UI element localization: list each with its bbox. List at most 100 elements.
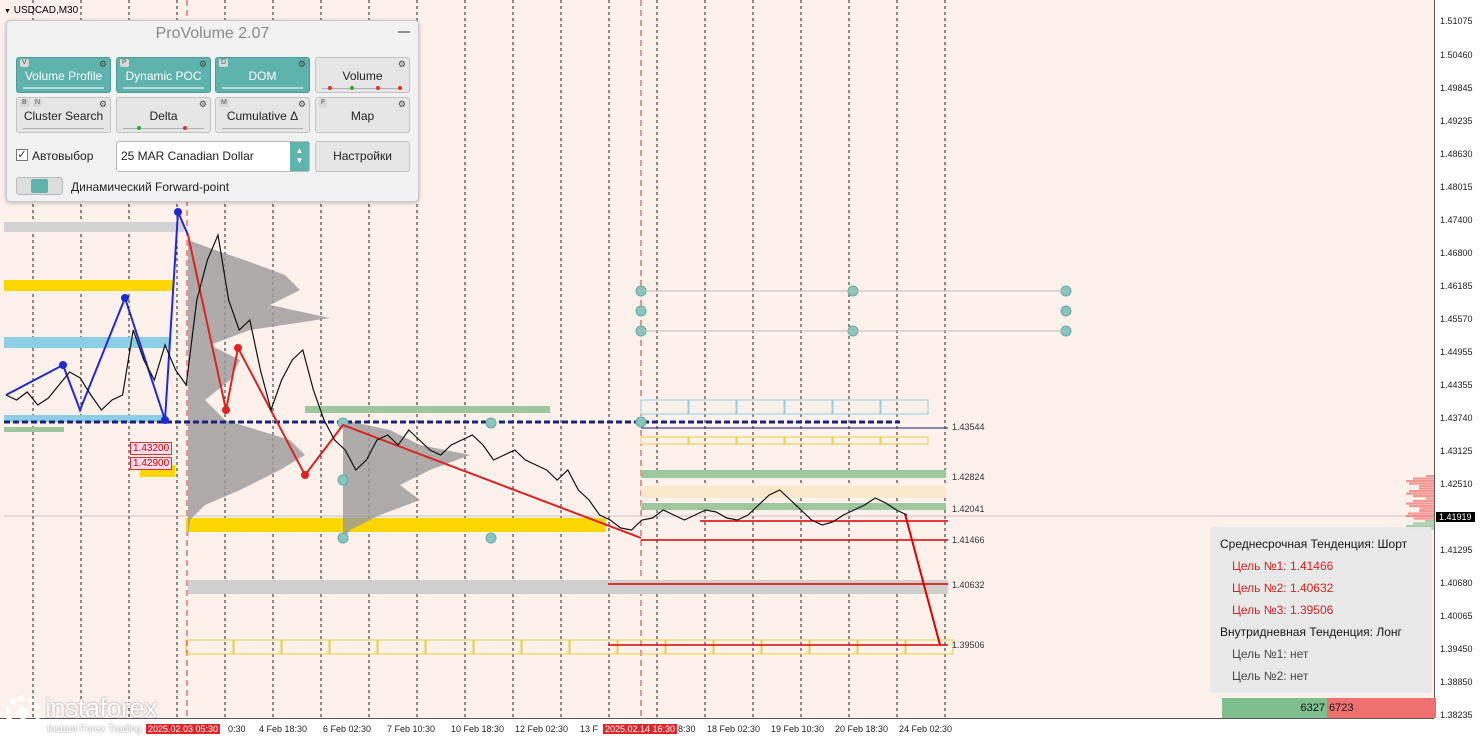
gear-icon[interactable]: ⚙ (298, 99, 306, 109)
outline-box (880, 399, 929, 415)
indicator-bar (123, 125, 204, 130)
dom-bar (1413, 522, 1434, 525)
button-label: Cumulative Δ (226, 109, 299, 123)
price-tick-label: 1.49845 (1440, 83, 1473, 93)
mid-term-trend-header: Среднесрочная Тенденция: Шорт (1220, 537, 1408, 551)
gear-icon[interactable]: ⚙ (199, 99, 207, 109)
indicator-bar (322, 85, 403, 90)
time-tick-label: 20 Feb 18:30 (835, 724, 889, 734)
panel-title: ProVolume 2.07 (155, 25, 270, 42)
dom-bar (1413, 500, 1434, 503)
time-tick-label: 10 Feb 18:30 (451, 724, 505, 734)
dom-button[interactable]: D ⚙ DOM (215, 57, 310, 93)
autoselect-checkbox[interactable]: ✓ (16, 149, 28, 161)
gear-icon[interactable]: ⚙ (398, 99, 406, 109)
price-tick-label: 1.40065 (1440, 611, 1473, 621)
dom-bar (1426, 475, 1434, 478)
hotkey-badge: B (20, 99, 29, 107)
dom-bar (1425, 520, 1434, 523)
dom-bar (1419, 487, 1434, 490)
map-button[interactable]: F ⚙ Map (315, 97, 410, 133)
mid-target-2: Цель №2: 1.40632 (1232, 581, 1334, 595)
dom-bar (1409, 482, 1434, 485)
outline-box (736, 399, 785, 415)
time-tick-label: 19 Feb 10:30 (771, 724, 825, 734)
outline-box (857, 639, 906, 655)
outline-box (761, 639, 810, 655)
zone-band (641, 486, 946, 498)
button-label: Map (350, 109, 375, 123)
level-label-3: 1.42041 (952, 504, 985, 514)
level-label-2: 1.42824 (952, 472, 985, 482)
gear-icon[interactable]: ⚙ (199, 59, 207, 69)
toggle-knob (31, 179, 48, 193)
outline-box (185, 639, 234, 655)
cluster-search-button[interactable]: B N ⚙ Cluster Search (16, 97, 111, 133)
hotkey-badge: M (219, 99, 229, 107)
delta-button[interactable]: ⚙ Delta (116, 97, 211, 133)
time-tick-label: 0:30 (228, 724, 246, 734)
button-label: Delta (149, 109, 178, 123)
gear-icon[interactable]: ⚙ (99, 99, 107, 109)
minimize-icon[interactable] (398, 31, 410, 33)
price-axis[interactable]: 1.51075 1.50460 1.49845 1.49235 1.48630 1.480… (1434, 0, 1484, 720)
gear-icon[interactable]: ⚙ (99, 59, 107, 69)
sell-volume: 6723 (1327, 698, 1436, 718)
volume-profile (188, 240, 330, 540)
time-tick-label: 18 Feb 02:30 (707, 724, 761, 734)
dom-bar (1420, 507, 1434, 510)
instrument-select[interactable]: 25 MAR Canadian Dollar ▲ ▼ (116, 141, 310, 172)
time-axis[interactable]: 2025.02.03 05:30 0:30 4 Feb 18:30 6 Feb 02:… (0, 718, 1434, 741)
dom-bar (1426, 497, 1434, 500)
cumulative-delta-button[interactable]: M ⚙ Cumulative Δ (215, 97, 310, 133)
zigzag-point (174, 208, 182, 216)
dynamic-poc-button[interactable]: P ⚙ Dynamic POC (116, 57, 211, 93)
forward-point-toggle[interactable] (16, 177, 63, 195)
outline-box (425, 639, 474, 655)
intraday-trend-header: Внутридневная Тенденция: Лонг (1220, 625, 1402, 639)
hotkey-badge: D (219, 59, 229, 67)
level-label-6: 1.39506 (952, 640, 985, 650)
settings-button[interactable]: Настройки (315, 141, 410, 172)
mid-target-1: Цель №1: 1.41466 (1232, 559, 1334, 573)
price-tick-label: 1.45570 (1440, 314, 1473, 324)
zone-band (188, 580, 948, 594)
dom-bar (1414, 517, 1434, 520)
time-tick-label: 6 Feb 02:30 (323, 724, 372, 734)
box-label-1: 1.43200 (130, 442, 173, 455)
gear-icon[interactable]: ⚙ (298, 59, 306, 69)
indicator-bar (23, 125, 104, 129)
spinner-arrows-icon[interactable]: ▲ ▼ (290, 142, 309, 171)
time-tick-label: 7 Feb 10:30 (387, 724, 436, 734)
zone-band (641, 503, 946, 510)
symbol-label: ▼ USDCAD,M30 (4, 5, 79, 16)
autoselect-label: Автовыбор (32, 149, 94, 163)
button-label: DOM (248, 69, 277, 83)
outline-box (665, 639, 714, 655)
mid-target-3: Цель №3: 1.39506 (1232, 603, 1334, 617)
price-tick-label: 1.41295 (1440, 545, 1473, 555)
zigzag-point (121, 294, 129, 302)
dom-bar (1413, 477, 1434, 480)
volume-profile-button[interactable]: V ⚙ Volume Profile (16, 57, 111, 93)
price-tick-label: 1.38850 (1440, 677, 1473, 687)
level-label-5: 1.40632 (952, 580, 985, 590)
dom-bar (1406, 502, 1434, 505)
price-tick-label: 1.40680 (1440, 578, 1473, 588)
time-tick-label: 24 Feb 02:30 (899, 724, 953, 734)
outline-box (736, 436, 785, 445)
outline-box (688, 436, 737, 445)
outline-box (713, 639, 762, 655)
dom-bar (1409, 490, 1434, 493)
time-tick-label: 4 Feb 18:30 (259, 724, 308, 734)
zone-band (4, 280, 174, 291)
pivot-circle (337, 474, 349, 486)
gear-icon[interactable]: ⚙ (398, 59, 406, 69)
outline-box (832, 399, 881, 415)
volume-button[interactable]: ⚙ Volume (315, 57, 410, 93)
zigzag-blue (5, 211, 189, 421)
time-tick-label: 13 F (580, 724, 599, 734)
hotkey-badge: N (33, 99, 43, 107)
pivot-circle (485, 417, 497, 429)
price-tick-label: 1.39450 (1440, 644, 1473, 654)
